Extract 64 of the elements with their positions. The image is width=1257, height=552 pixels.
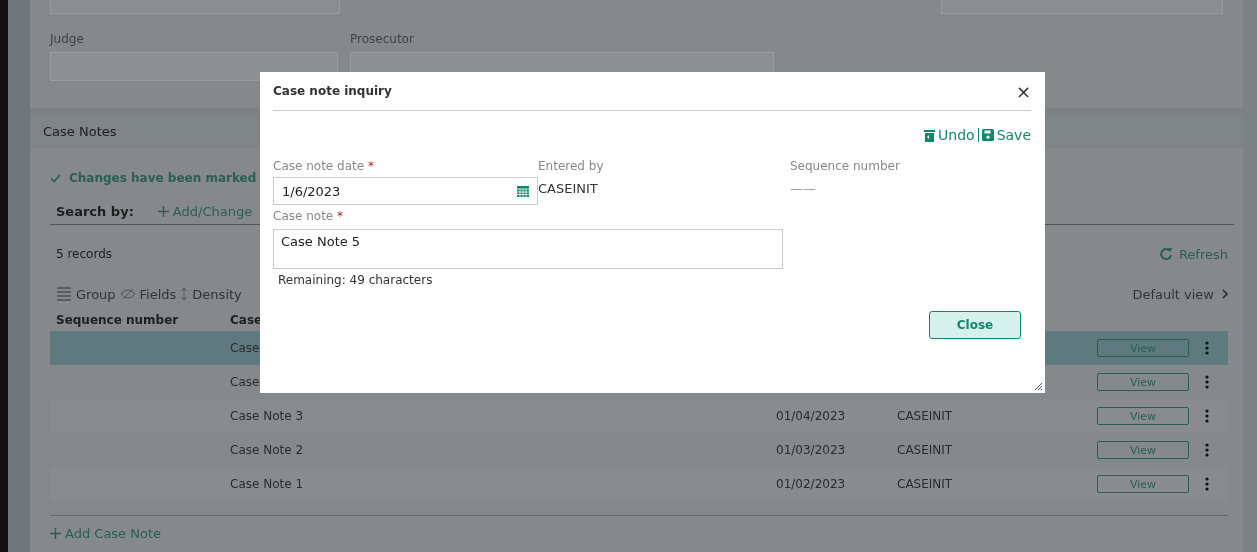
default-view-link[interactable]: Default view xyxy=(1132,286,1214,302)
save-icon xyxy=(981,129,994,141)
chevron-right-icon xyxy=(1222,289,1228,299)
field-label: Case note * xyxy=(273,209,345,223)
check-icon xyxy=(50,173,61,183)
date-field[interactable]: 1/6/2023 xyxy=(273,177,538,205)
group-button[interactable]: Group xyxy=(76,286,116,302)
column-header: Sequence number xyxy=(56,313,180,327)
plus-icon xyxy=(157,205,169,217)
view-button[interactable]: View xyxy=(1097,441,1189,459)
field-label: Case note date * xyxy=(273,159,375,173)
save-link[interactable]: Save xyxy=(996,127,1031,143)
character-count: Remaining: 49 characters xyxy=(278,273,434,287)
section-title: Case Notes xyxy=(43,124,117,139)
trash-undo-icon xyxy=(924,128,936,142)
resize-grip-icon[interactable] xyxy=(1034,382,1043,391)
field-label: Sequence number xyxy=(790,159,900,173)
view-button[interactable]: View xyxy=(1097,407,1189,425)
table-cell: CASEINIT xyxy=(897,477,953,491)
add-case-note-link[interactable]: Add Case Note xyxy=(65,526,162,541)
rows-icon xyxy=(56,287,72,301)
close-icon[interactable]: × xyxy=(1015,80,1031,102)
table-cell-text: Case xyxy=(230,341,261,355)
more-icon[interactable] xyxy=(1205,375,1209,389)
status-message: Changes have been marked xyxy=(69,171,257,185)
field-label: Entered by xyxy=(538,159,605,173)
more-icon[interactable] xyxy=(1205,443,1209,457)
view-button[interactable]: View xyxy=(1097,373,1189,391)
close-button[interactable]: Close xyxy=(929,311,1021,339)
undo-link[interactable]: Undo xyxy=(938,127,975,143)
dialog-title: Case note inquiry xyxy=(273,84,392,98)
column-header: Case xyxy=(230,313,264,327)
view-button[interactable]: View xyxy=(1097,475,1189,493)
table-cell: 01/02/2023 xyxy=(776,477,846,491)
hidden-eye-icon xyxy=(119,288,136,300)
table-cell: CASEINIT xyxy=(897,409,953,423)
record-count: 5 records xyxy=(56,247,113,261)
more-icon[interactable] xyxy=(1205,341,1209,355)
density-icon xyxy=(180,287,189,301)
table-row[interactable]: Case Note 2 01/03/2023 CASEINIT View xyxy=(50,433,1228,467)
table-cell-text: Case Note 3 xyxy=(230,409,305,423)
refresh-link[interactable]: Refresh xyxy=(1158,246,1228,262)
field-value: —— xyxy=(790,181,817,196)
field-value: CASEINIT xyxy=(538,181,599,196)
field-label: Prosecutor xyxy=(350,32,415,46)
fields-button[interactable]: Fields xyxy=(139,286,177,302)
calendar-icon[interactable] xyxy=(517,185,529,197)
table-cell-text: Case Note 1 xyxy=(230,477,305,491)
field-label: Judge xyxy=(50,32,85,46)
table-cell: CASEINIT xyxy=(897,443,953,457)
table-cell-text: Case xyxy=(230,375,261,389)
density-button[interactable]: Density xyxy=(192,286,242,302)
note-text-area[interactable]: Case Note 5 xyxy=(273,229,783,269)
table-cell: 01/04/2023 xyxy=(776,409,846,423)
table-cell-text: Case Note 2 xyxy=(230,443,305,457)
more-icon[interactable] xyxy=(1205,477,1209,491)
table-row[interactable]: Case View xyxy=(50,365,1228,399)
table-cell: 01/03/2023 xyxy=(776,443,846,457)
more-icon[interactable] xyxy=(1205,409,1209,423)
input-field[interactable] xyxy=(50,52,338,81)
add-change-link[interactable]: Add/Change xyxy=(172,203,253,219)
search-label: Search by: xyxy=(56,203,134,219)
refresh-icon xyxy=(1158,247,1173,261)
plus-icon xyxy=(50,528,61,539)
